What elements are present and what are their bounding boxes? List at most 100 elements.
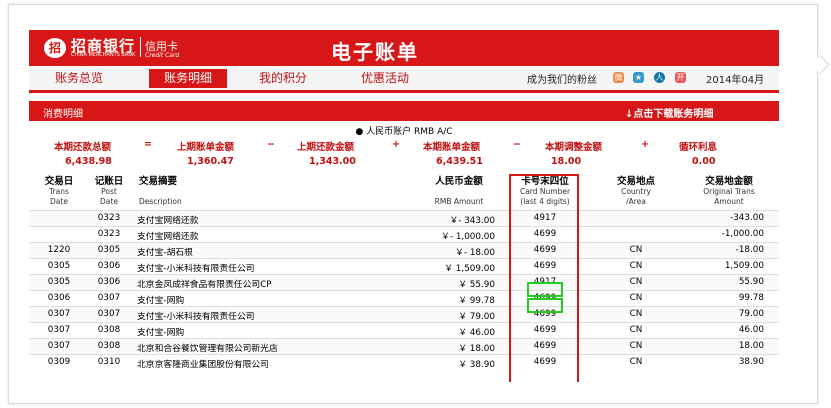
cell-post-date: 0323 <box>97 229 121 239</box>
tab-details[interactable]: 账务明细 <box>149 69 227 88</box>
col-trans-date: 交易日 <box>44 176 74 187</box>
cell-country: CN <box>629 341 643 351</box>
cell-trans-date: 1220 <box>47 245 71 255</box>
statement-panel: 招 招商银行 CHINA MERCHANTS BANK 信用卡 Credit C… <box>29 30 779 382</box>
cell-post-date: 0307 <box>97 293 121 303</box>
tab-overview[interactable]: 账务总览 <box>39 69 119 88</box>
cell-description: 支付宝网络还款 <box>137 216 199 226</box>
weibo-icon[interactable]: 微 <box>613 72 624 83</box>
page-title: 电子账单 <box>331 40 419 64</box>
cell-rmb-amount: ￥ 38.90 <box>458 360 495 370</box>
col-original-amount-en2: Amount <box>714 197 744 206</box>
cell-country: CN <box>629 277 643 287</box>
cell-description: 北京京客隆商业集团股份有限公司 <box>137 360 269 370</box>
table-row: 0305 0306 支付宝-小米科技有限责任公司 ￥ 1,509.00 4699 CN 1,… <box>29 258 779 274</box>
cell-rmb-amount: ￥- 1,000.00 <box>441 232 495 242</box>
col-country-en2: /Area <box>626 197 646 206</box>
cell-rmb-amount: ￥ 1,509.00 <box>444 264 495 274</box>
label-interest: 循环利息 <box>679 142 718 153</box>
tab-promotions[interactable]: 优惠活动 <box>349 69 421 88</box>
label-prev-payment: 上期还款金额 <box>297 142 355 153</box>
table-row: 0323 支付宝网络还款 ￥- 1,000.00 4699 -1,000.00 <box>29 226 779 242</box>
cell-post-date: 0323 <box>97 213 121 223</box>
label-prev-balance: 上期账单金额 <box>177 142 235 153</box>
bank-logo-icon: 招 <box>44 38 66 58</box>
cell-rmb-amount: ￥ 18.00 <box>458 344 495 354</box>
summary-values: 6,438.98 1,360.47 1,343.00 6,439.51 18.0… <box>29 154 779 171</box>
table-row: 1220 0305 支付宝-胡石根 ￥- 18.00 4699 CN -18.00 <box>29 242 779 258</box>
cell-trans-date: 0307 <box>47 341 71 351</box>
cell-original-amount: 99.78 <box>738 293 764 303</box>
cell-trans-date: 0306 <box>47 293 71 303</box>
summary-labels: 本期还款总额 = 上期账单金额 − 上期还款金额 + 本期账单金额 − 本期调整… <box>29 137 779 154</box>
col-post-date-en2: Date <box>100 197 118 206</box>
cell-original-amount: 1,509.00 <box>724 261 764 271</box>
cell-description: 支付宝-网购 <box>137 328 185 338</box>
cell-country: CN <box>629 357 643 367</box>
value-prev-balance: 1,360.47 <box>187 156 234 167</box>
cell-post-date: 0306 <box>97 277 121 287</box>
cell-trans-date: 0305 <box>47 277 71 287</box>
col-post-date: 记账日 <box>94 176 124 187</box>
kaixin-icon[interactable]: 开 <box>675 72 686 83</box>
transaction-table: 0323 支付宝网络还款 ￥- 343.00 4917 -343.00 0323 支付宝网络… <box>29 210 779 370</box>
card-column-highlight <box>509 174 579 382</box>
divider <box>140 37 141 57</box>
col-post-date-en1: Post <box>101 187 117 196</box>
cell-post-date: 0308 <box>97 341 121 351</box>
cell-trans-date: 0309 <box>47 357 71 367</box>
table-row: 0305 0306 北京金凤成祥食品有限责任公司CP ￥ 55.90 4917 CN 55.… <box>29 274 779 290</box>
cell-rmb-amount: ￥ 55.90 <box>458 280 495 290</box>
fans-text: 成为我们的粉丝 <box>527 75 597 86</box>
cell-rmb-amount: ￥- 343.00 <box>449 216 495 226</box>
op-plus: + <box>392 139 400 150</box>
cell-original-amount: -1,000.00 <box>721 229 764 239</box>
cell-post-date: 0308 <box>97 325 121 335</box>
statement-month: 2014年04月 <box>706 75 765 86</box>
label-total-due: 本期还款总额 <box>54 142 112 153</box>
cell-original-amount: 18.00 <box>738 341 764 351</box>
col-rmb-amount-en: RMB Amount <box>434 197 484 206</box>
cell-trans-date: 0307 <box>47 325 71 335</box>
cell-description: 支付宝-网购 <box>137 296 185 306</box>
account-label: ● 人民币账户 RMB A/C <box>355 127 453 137</box>
value-adjustment: 18.00 <box>551 156 582 167</box>
renren-icon[interactable]: 人 <box>654 72 665 83</box>
statement-header: 招 招商银行 CHINA MERCHANTS BANK 信用卡 Credit C… <box>29 30 779 66</box>
value-total-due: 6,438.98 <box>65 156 112 167</box>
table-row: 0307 0308 北京和合谷餐饮管理有限公司新光店 ￥ 18.00 4699 CN 18.… <box>29 338 779 354</box>
cell-description: 支付宝-胡石根 <box>137 248 193 258</box>
table-row: 0309 0310 北京京客隆商业集团股份有限公司 ￥ 38.90 4699 CN 38.9… <box>29 354 779 370</box>
col-description: 交易摘要 <box>139 176 178 187</box>
highlight-box-4917 <box>527 282 563 297</box>
col-country-en1: Country <box>621 187 651 196</box>
tab-points[interactable]: 我的积分 <box>247 69 319 88</box>
cell-post-date: 0305 <box>97 245 121 255</box>
table-header: 交易日 Trans Date 记账日 Post Date 交易摘要 Descri… <box>29 171 779 210</box>
col-original-amount: 交易地金额 <box>705 176 753 187</box>
cell-trans-date: 0307 <box>47 309 71 319</box>
col-trans-date-en1: Trans <box>49 187 69 196</box>
highlight-box-4699 <box>527 298 563 313</box>
cell-rmb-amount: ￥- 18.00 <box>455 248 495 258</box>
section-title: 消费明细 <box>43 109 83 120</box>
nav-bar: 账务总览 账务明细 我的积分 优惠活动 成为我们的粉丝 微 ★ 人 开 2014… <box>29 66 779 93</box>
cell-country: CN <box>629 261 643 271</box>
op-equals: = <box>144 139 152 150</box>
op-minus: − <box>267 139 275 150</box>
cell-original-amount: -343.00 <box>730 213 764 223</box>
table-row: 0323 支付宝网络还款 ￥- 343.00 4917 -343.00 <box>29 210 779 226</box>
cell-rmb-amount: ￥ 46.00 <box>458 328 495 338</box>
cell-description: 支付宝网络还款 <box>137 232 199 242</box>
cell-post-date: 0310 <box>97 357 121 367</box>
cell-original-amount: -18.00 <box>735 245 764 255</box>
table-row: 0306 0307 支付宝-网购 ￥ 99.78 4699 CN 99.78 <box>29 290 779 306</box>
cell-original-amount: 46.00 <box>738 325 764 335</box>
cell-country: CN <box>629 293 643 303</box>
op-plus-2: + <box>641 139 649 150</box>
bank-name-en: CHINA MERCHANTS BANK <box>71 52 136 58</box>
download-link[interactable]: ↓点击下载账务明细 <box>625 105 713 120</box>
star-icon[interactable]: ★ <box>633 72 644 83</box>
col-trans-date-en2: Date <box>50 197 68 206</box>
cell-trans-date: 0305 <box>47 261 71 271</box>
